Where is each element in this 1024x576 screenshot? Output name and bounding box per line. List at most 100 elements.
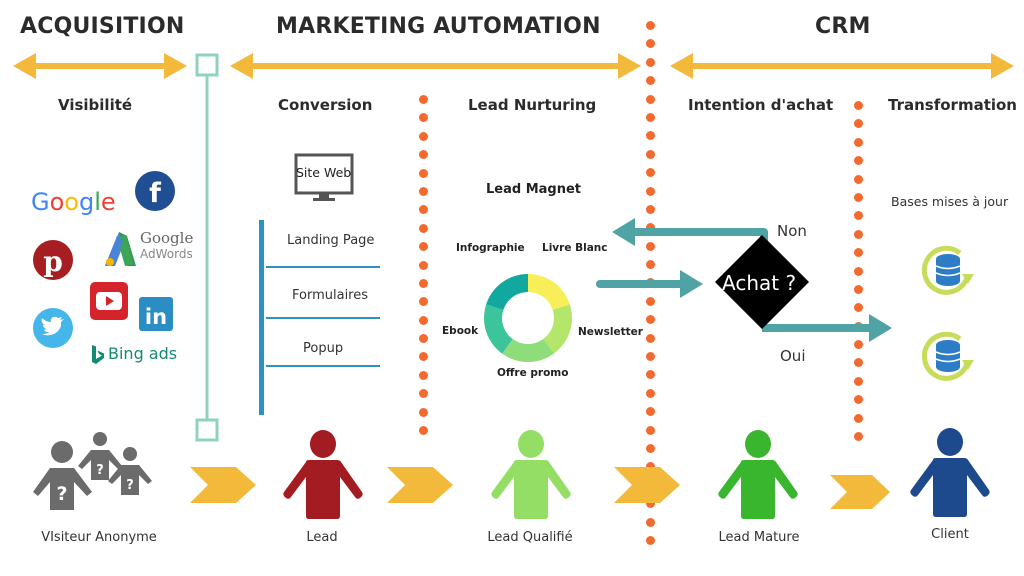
persona-label-visiteur-anonyme: VIsiteur Anonyme — [41, 530, 157, 545]
chevron-arrow-icon — [387, 467, 453, 503]
separator-dot — [418, 297, 428, 307]
separator-dot — [418, 186, 428, 196]
persona-lead-qualifie-icon — [491, 430, 571, 519]
adwords-label: Google AdWords — [140, 230, 193, 262]
incoming-arrow — [596, 270, 703, 298]
separator-dot — [418, 278, 428, 288]
persona-head — [518, 430, 544, 458]
separator-dot — [418, 205, 428, 215]
separator-dot — [645, 112, 655, 122]
conversion-item-popup: Popup — [303, 341, 344, 356]
adwords-label-line2: AdWords — [140, 247, 193, 261]
separator-dot — [418, 150, 428, 160]
stage-title-intention-achat: Intention d'achat — [688, 96, 834, 114]
donut-slice-infographie — [486, 274, 528, 310]
acquisition-span-arrow — [13, 53, 187, 79]
separator-dot — [418, 95, 428, 104]
stage-title-visibilite: Visibilité — [58, 96, 133, 114]
separator-dot — [418, 426, 428, 436]
twitter-icon — [33, 308, 73, 348]
separator-dot — [645, 425, 655, 435]
lead-magnet-title: Lead Magnet — [486, 182, 582, 197]
persona-body — [491, 460, 571, 519]
anonymous-visitors-icon: ? ? ? — [33, 432, 152, 510]
separator-dot — [645, 443, 655, 453]
bases-mises-a-jour-label: Bases mises à jour — [891, 194, 1009, 209]
svg-text:?: ? — [96, 463, 104, 478]
youtube-icon — [90, 282, 128, 320]
separator-dot — [645, 370, 655, 380]
separator-dot — [853, 101, 863, 110]
conversion-item-formulaires: Formulaires — [292, 288, 369, 303]
oui-arrow — [762, 314, 892, 342]
database-sync-icon — [921, 331, 974, 381]
separator-dot — [645, 149, 655, 159]
decision-label: Achat ? — [722, 271, 797, 295]
separator-dot — [853, 413, 863, 423]
svg-text:Google: Google — [31, 188, 116, 216]
conversion-divider — [266, 266, 380, 268]
persona-head — [745, 430, 771, 458]
separator-dot — [853, 174, 863, 184]
database-sync-icon — [921, 245, 974, 295]
stage-title-conversion: Conversion — [278, 96, 373, 114]
google-logo-icon: Google — [31, 188, 116, 216]
separator-dot — [418, 131, 428, 141]
persona-label-client: Client — [931, 527, 969, 542]
decision-no-label: Non — [777, 222, 807, 240]
phase-arrows — [13, 53, 1014, 79]
donut-slice-livre-blanc — [528, 274, 570, 310]
pinterest-icon: p — [33, 240, 73, 280]
conversion-item-landing-page: Landing Page — [287, 233, 375, 248]
persona-body — [910, 458, 990, 517]
decision-yes-label: Oui — [780, 347, 806, 365]
separator-dot — [418, 370, 428, 380]
separator-dot — [418, 260, 428, 270]
separator-dot — [645, 535, 655, 545]
persona-label-lead-qualifie: Lead Qualifié — [487, 530, 573, 545]
conversion-divider — [266, 317, 380, 319]
crm-span-arrow — [670, 53, 1014, 79]
persona-body — [718, 460, 798, 519]
persona-label-lead: Lead — [306, 530, 338, 545]
boundary-top-square — [195, 53, 219, 77]
separator-dot — [418, 223, 428, 233]
separator-dot — [853, 192, 863, 202]
separator-dot — [645, 517, 655, 527]
separator-dot — [645, 131, 655, 141]
separator-dot — [853, 156, 863, 166]
linkedin-icon: in — [139, 297, 173, 331]
separator-dot — [645, 76, 655, 86]
separator-dot — [418, 168, 428, 178]
stage-title-lead-nurturing: Lead Nurturing — [468, 96, 597, 114]
stage-title-transformation: Transformation — [888, 96, 1017, 114]
separator-dot — [418, 334, 428, 344]
separator-dot — [853, 395, 863, 405]
adwords-label-line1: Google — [140, 229, 194, 247]
separator-dot — [645, 57, 655, 67]
separator-dot — [418, 407, 428, 417]
donut-label-ebook: Ebook — [442, 325, 479, 337]
separator-dot — [853, 376, 863, 386]
separator-dot — [418, 113, 428, 123]
separator-dot — [645, 168, 655, 178]
separator-dot — [418, 242, 428, 252]
svg-text:?: ? — [126, 478, 134, 493]
separator-dot — [418, 352, 428, 362]
marketing-automation-span-arrow — [230, 53, 641, 79]
separator-dot — [853, 432, 863, 442]
persona-body — [283, 460, 363, 519]
persona-lead-icon — [283, 430, 363, 519]
separator-dot — [645, 21, 655, 30]
chevron-arrow-icon — [614, 467, 680, 503]
separator-dot — [418, 315, 428, 325]
svg-text:p: p — [43, 245, 63, 278]
separator-dot — [853, 119, 863, 129]
svg-text:f: f — [149, 178, 161, 209]
donut-label-infographie: Infographie — [456, 242, 525, 254]
lead-magnet-donut-chart — [484, 274, 572, 362]
svg-text:?: ? — [56, 483, 67, 505]
separator-dot — [418, 389, 428, 399]
persona-label-lead-mature: Lead Mature — [718, 530, 800, 545]
persona-lead-mature-icon — [718, 430, 798, 519]
